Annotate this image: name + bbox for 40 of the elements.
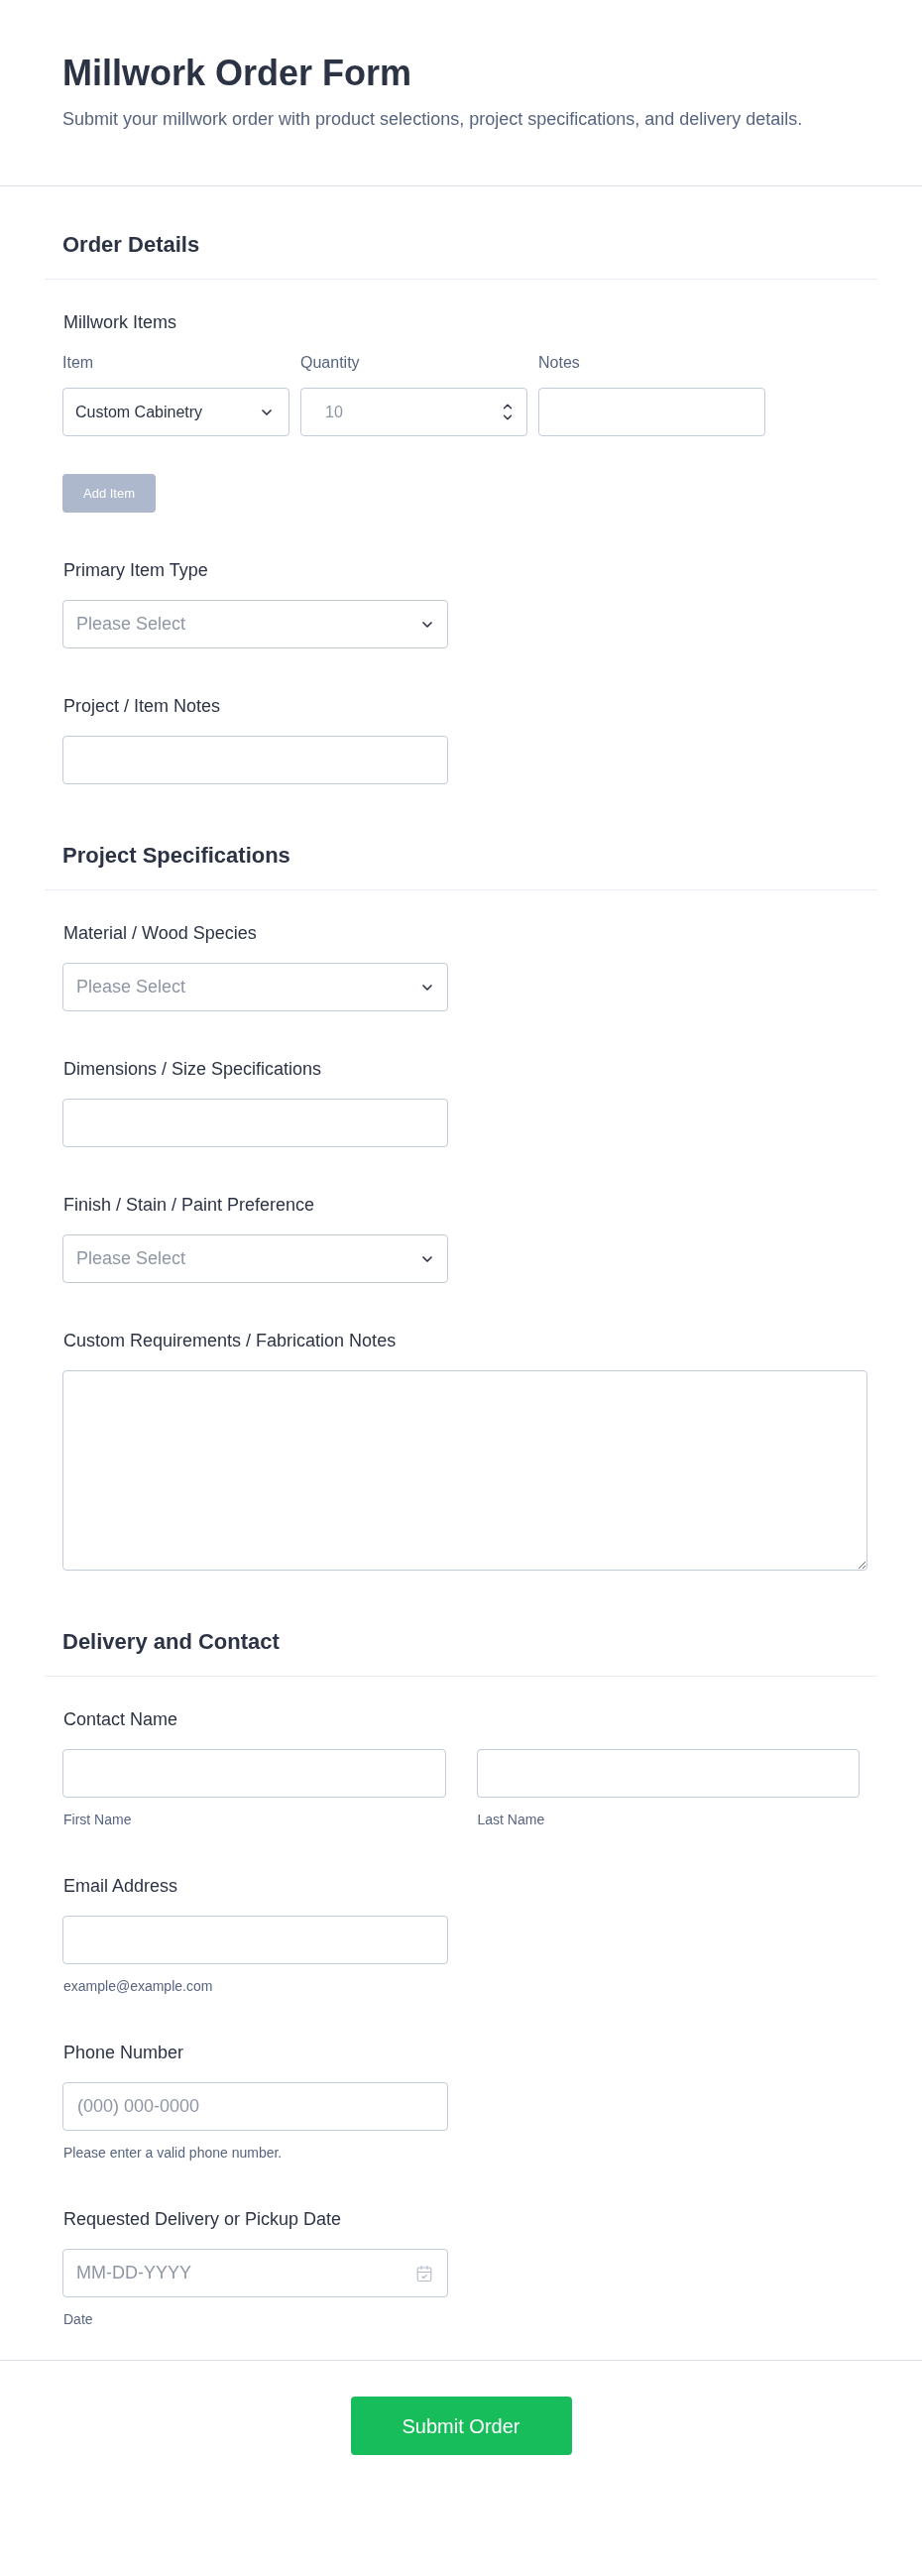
field-label: Email Address <box>62 1875 179 1898</box>
name-field[interactable] <box>62 1749 446 1798</box>
field-hint: Last Name <box>476 1811 546 1828</box>
section-title: Project Specifications <box>62 842 291 870</box>
text-field[interactable] <box>62 736 448 784</box>
select-field[interactable]: Please Select <box>62 963 448 1011</box>
text-field[interactable] <box>62 1099 448 1147</box>
field-label: Phone Number <box>62 2042 185 2064</box>
field-label: Custom Requirements / Fabrication Notes <box>62 1330 398 1352</box>
field-label: Project / Item Notes <box>62 695 222 718</box>
date-field[interactable]: MM-DD-YYYY <box>62 2249 448 2297</box>
text-area[interactable] <box>62 1370 867 1571</box>
section-title: Order Details <box>62 231 201 259</box>
name-field[interactable] <box>476 1749 860 1798</box>
quantity-field[interactable]: 10 <box>300 388 527 436</box>
field-hint: example@example.com <box>62 1977 214 1995</box>
text-field[interactable]: (000) 000-0000 <box>62 2082 448 2131</box>
submit-button[interactable]: Submit Order <box>350 2397 572 2455</box>
notes-field[interactable] <box>538 388 765 436</box>
field-label: Millwork Items <box>62 311 177 334</box>
field-label: Primary Item Type <box>62 559 209 582</box>
item-select[interactable]: Custom Cabinetry <box>62 388 289 436</box>
select-field[interactable]: Please Select <box>62 600 448 648</box>
field-hint: Please enter a valid phone number. <box>62 2144 284 2162</box>
form-title: Millwork Order Form <box>62 52 413 95</box>
field-label: Finish / Stain / Paint Preference <box>62 1194 316 1217</box>
field-label: Material / Wood Species <box>62 922 258 945</box>
calendar-icon[interactable] <box>415 2264 433 2283</box>
text-field[interactable] <box>62 1916 448 1964</box>
column-label: Quantity <box>300 353 361 373</box>
select-field[interactable]: Please Select <box>62 1234 448 1283</box>
field-hint: Date <box>62 2310 94 2328</box>
column-label: Notes <box>538 353 581 373</box>
field-hint: First Name <box>62 1811 133 1828</box>
form-description: Submit your millwork order with product selections, project specifications, and delivery details. <box>62 108 804 131</box>
field-label: Dimensions / Size Specifications <box>62 1058 323 1081</box>
field-label: Contact Name <box>62 1708 179 1731</box>
field-label: Requested Delivery or Pickup Date <box>62 2208 343 2231</box>
section-title: Delivery and Contact <box>62 1628 281 1656</box>
column-label: Item <box>62 353 95 373</box>
